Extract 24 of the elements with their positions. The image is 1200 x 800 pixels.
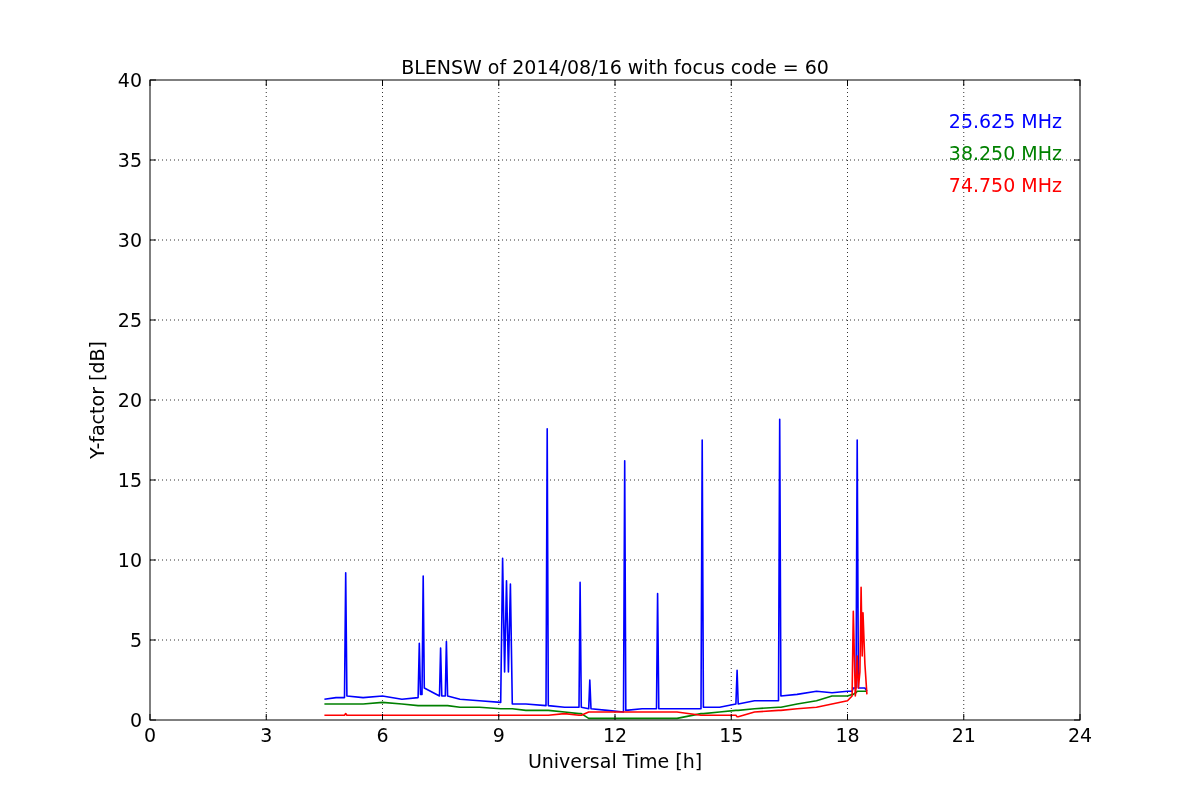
x-tick-label: 0 (143, 724, 157, 746)
y-tick-label: 30 (117, 229, 142, 251)
x-tick-label: 24 (1067, 724, 1093, 746)
x-tick-label: 9 (492, 724, 505, 746)
y-tick-label: 10 (117, 549, 142, 571)
y-tick-label: 5 (129, 629, 142, 651)
y-tick-label: 0 (129, 709, 142, 731)
y-tick-label: 35 (117, 149, 142, 171)
x-tick-label: 18 (835, 724, 860, 746)
x-axis-label: Universal Time [h] (527, 750, 703, 772)
x-tick-label: 15 (719, 724, 744, 746)
legend-label: 38.250 MHz (948, 142, 1062, 164)
legend-label: 25.625 MHz (948, 110, 1062, 132)
y-tick-label: 25 (117, 309, 142, 331)
y-axis-label: Y-factor [dB] (86, 341, 108, 459)
x-tick-label: 6 (376, 724, 389, 746)
x-tick-label: 12 (602, 724, 628, 746)
y-tick-label: 20 (117, 389, 142, 411)
y-tick-label: 15 (117, 469, 142, 491)
x-tick-label: 3 (260, 724, 273, 746)
y-tick-label: 40 (117, 69, 142, 91)
chart-title: BLENSW of 2014/08/16 with focus code = 60 (401, 56, 829, 78)
legend-label: 74.750 MHz (948, 174, 1062, 196)
x-tick-label: 21 (951, 724, 976, 746)
